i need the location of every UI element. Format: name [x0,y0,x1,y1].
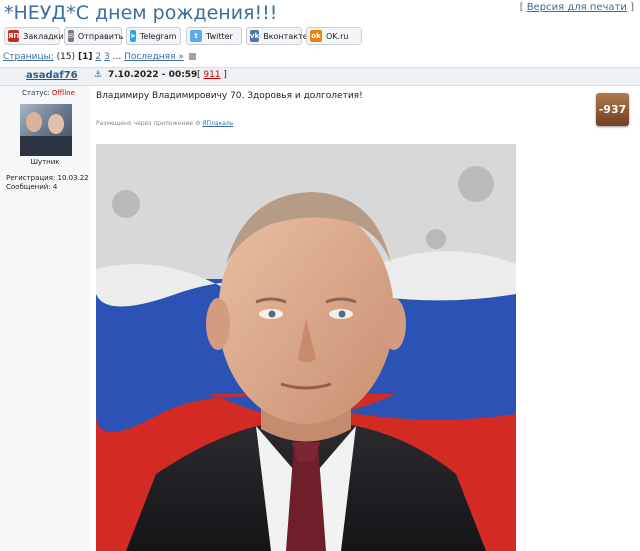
post-number: [ 911 ] [197,70,227,80]
pagination: Страницы: (15) [1] 2 3 ... Последняя » [3,52,196,62]
share-bar: ЯП Закладки ✉ Отправить ➤ Telegram t Twitter… [0,26,640,48]
avatar-figure [48,114,64,134]
page-jump-icon[interactable] [188,53,196,60]
post-header: asadaf76 ⚓ 7.10.2022 - 00:59 [ 911 ] [0,67,640,86]
app-link[interactable]: ЯПлакаль [202,120,233,127]
registration-date: Регистрация: 10.03.22 [6,174,89,182]
status-label: Статус: [22,89,50,97]
telegram-label: Telegram [139,31,177,41]
post-image[interactable] [96,144,516,551]
pages-label[interactable]: Страницы: [3,52,54,62]
print-version-link[interactable]: Версия для печати [527,2,627,13]
send-button[interactable]: ✉ Отправить [64,27,124,45]
vkontakte-button[interactable]: vk Вконтакте [246,27,308,45]
bookmarks-button[interactable]: ЯП Закладки [4,27,64,45]
telegram-icon: ➤ [130,30,136,42]
author-rank: Шутник [30,158,60,166]
author-name[interactable]: asadaf76 [26,70,78,81]
print-version: [ Версия для печати ] [519,2,634,13]
current-page: [1] [78,52,93,62]
portrait-image [96,144,516,551]
ok-button[interactable]: ok OK.ru [306,27,362,45]
vk-icon: vk [250,30,260,42]
anchor-icon[interactable]: ⚓ [94,70,102,80]
odnoklassniki-icon: ok [310,30,322,42]
page-2-link[interactable]: 2 [95,52,101,62]
envelope-icon: ✉ [68,30,74,42]
pages-count: (15) [56,52,76,62]
yaplakal-icon: ЯП [8,30,20,42]
post-number-link[interactable]: 911 [203,70,220,80]
posted-via-label: Размещено через приложение [96,120,194,127]
post-rating[interactable]: -937 [596,93,629,126]
topic-header: *НЕУД*С днем рождения!!! [ Версия для пе… [0,0,640,26]
page-3-link[interactable]: 3 [104,52,110,62]
app-icon: ⚙ [195,120,201,127]
status-value: Offline [51,89,75,97]
posted-via: Размещено через приложение ⚙ ЯПлакаль [96,120,233,127]
last-page-link[interactable]: Последняя » [124,52,184,62]
message-count: Сообщений: 4 [6,183,58,191]
vkontakte-label: Вконтакте [263,31,308,41]
author-panel: Статус: Offline Шутник Регистрация: 10.0… [0,86,90,551]
twitter-label: Twitter [206,31,233,41]
telegram-button[interactable]: ➤ Telegram [126,27,181,45]
post-date: 7.10.2022 - 00:59 [108,70,198,80]
topic-title: *НЕУД*С днем рождения!!! [4,2,278,24]
author-stats: Регистрация: 10.03.22 Сообщений: 4 [6,174,89,192]
send-label: Отправить [77,31,124,41]
avatar[interactable] [20,104,72,156]
twitter-button[interactable]: t Twitter [186,27,242,45]
ok-label: OK.ru [326,31,349,41]
pages-ellipsis: ... [112,52,122,62]
post-text: Владимиру Владимировичу 70. Здоровья и д… [96,91,363,101]
author-status: Статус: Offline [22,89,75,97]
twitter-icon: t [190,30,202,42]
avatar-figure [26,112,42,132]
avatar-figure [20,136,72,156]
bookmarks-label: Закладки [23,31,64,41]
